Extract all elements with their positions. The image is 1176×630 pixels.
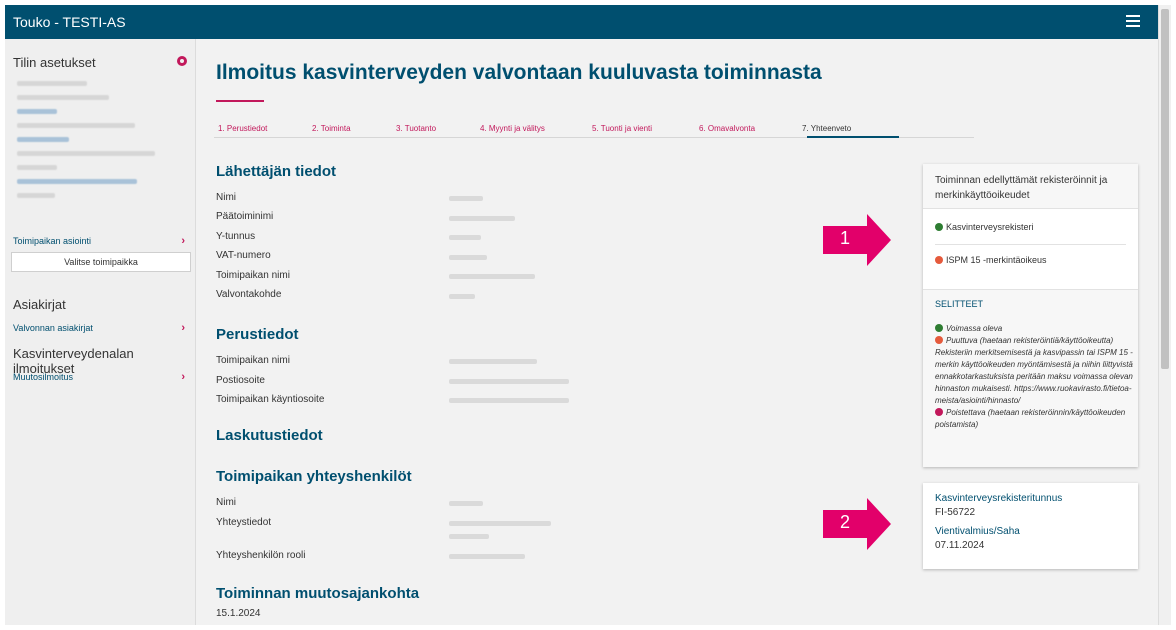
redacted-value xyxy=(449,216,515,221)
chevron-right-icon: › xyxy=(181,235,185,247)
tab-myynti[interactable]: 4. Myynti ja välitys xyxy=(480,124,545,133)
tab-tuotanto[interactable]: 3. Tuotanto xyxy=(396,124,436,133)
export-value: 07.11.2024 xyxy=(935,540,985,551)
chevron-right-icon: › xyxy=(181,322,185,334)
redacted-account-line xyxy=(17,123,135,128)
redacted-value xyxy=(449,521,551,526)
field-label: Y-tunnus xyxy=(216,231,256,242)
status-row: Kasvinterveysrekisteri xyxy=(935,222,1034,232)
redacted-value xyxy=(449,534,489,539)
title-underline xyxy=(216,100,264,102)
redacted-value xyxy=(449,235,481,240)
step-tabs: 1. Perustiedot 2. Toiminta 3. Tuotanto 4… xyxy=(214,119,974,138)
redacted-account-line xyxy=(17,109,57,114)
sender-heading: Lähettäjän tiedot xyxy=(216,163,337,180)
check-circle-icon xyxy=(935,223,943,231)
account-settings-title: Tilin asetukset xyxy=(13,55,96,70)
field-label: Päätoiminimi xyxy=(216,211,274,222)
sidebar-item-label: Muutosilmoitus xyxy=(13,372,74,382)
redacted-account-line xyxy=(17,151,155,156)
minus-circle-icon xyxy=(935,256,943,264)
change-time-value: 15.1.2024 xyxy=(216,608,261,619)
redacted-account-line xyxy=(17,95,109,100)
field-label: Postiosoite xyxy=(216,375,265,386)
vertical-scrollbar[interactable] xyxy=(1158,5,1171,625)
legend-missing: Puuttuva (haetaan rekisteröintiä/käyttöo… xyxy=(935,336,1133,405)
callout-arrow-1: 1 xyxy=(823,214,891,266)
field-label: Yhteyshenkilön rooli xyxy=(216,550,306,561)
field-label: VAT-numero xyxy=(216,250,271,261)
scrollbar-thumb[interactable] xyxy=(1161,9,1169,369)
registrations-card: Toiminnan edellyttämät rekisteröinnit ja… xyxy=(923,164,1138,467)
tab-omavalvonta[interactable]: 6. Omavalvonta xyxy=(699,124,755,133)
redacted-value xyxy=(449,554,525,559)
legend-block: SELITTEET Voimassa oleva Puuttuva (haeta… xyxy=(923,289,1138,467)
callout-number: 1 xyxy=(839,228,850,248)
legend-body: Voimassa oleva Puuttuva (haetaan rekiste… xyxy=(935,323,1133,431)
field-label: Toimipaikan nimi xyxy=(216,355,290,366)
sidebar-item-label: Valvonnan asiakirjat xyxy=(13,323,93,333)
field-label: Nimi xyxy=(216,192,236,203)
check-circle-icon xyxy=(935,324,943,332)
divider xyxy=(935,244,1126,245)
choose-site-button[interactable]: Valitse toimipaikka xyxy=(11,252,191,272)
field-label: Toimipaikan käyntiosoite xyxy=(216,394,325,405)
redacted-value xyxy=(449,274,535,279)
documents-title: Asiakirjat xyxy=(13,297,66,312)
field-label: Yhteystiedot xyxy=(216,517,272,528)
hamburger-icon[interactable] xyxy=(1126,15,1140,29)
status-label: Kasvinterveysrekisteri xyxy=(946,222,1034,232)
callout-number: 2 xyxy=(839,512,850,532)
basic-info-heading: Perustiedot xyxy=(216,326,299,343)
sidebar-item-change-notice[interactable]: Muutosilmoitus › xyxy=(13,371,191,383)
sidebar-item-control-documents[interactable]: Valvonnan asiakirjat › xyxy=(13,322,191,334)
tab-perustiedot[interactable]: 1. Perustiedot xyxy=(218,124,267,133)
minus-circle-icon xyxy=(935,336,943,344)
sidebar-item-site-matters[interactable]: Toimipaikan asiointi › xyxy=(13,235,191,247)
tab-yhteenveto[interactable]: 7. Yhteenveto xyxy=(802,124,851,133)
registry-card: Kasvinterveysrekisteritunnus FI-56722 Vi… xyxy=(923,483,1138,569)
gear-icon[interactable] xyxy=(177,56,187,66)
remove-circle-icon xyxy=(935,408,943,416)
app-title[interactable]: Touko - TESTI-AS xyxy=(13,14,126,30)
status-label: ISPM 15 -merkintäoikeus xyxy=(946,255,1047,265)
registry-label: Kasvinterveysrekisteritunnus xyxy=(935,493,1063,504)
billing-heading: Laskutustiedot xyxy=(216,427,323,444)
callout-arrow-2: 2 xyxy=(823,498,891,550)
top-bar: Touko - TESTI-AS xyxy=(5,5,1158,39)
redacted-account-line xyxy=(17,165,57,170)
redacted-value xyxy=(449,359,537,364)
export-label: Vientivalmius/Saha xyxy=(935,526,1020,537)
change-time-heading: Toiminnan muutosajankohta xyxy=(216,585,420,602)
app-frame: Touko - TESTI-AS Tilin asetukset Toimipa… xyxy=(5,5,1171,625)
legend-valid: Voimassa oleva xyxy=(946,324,1003,333)
sidebar-item-label: Toimipaikan asiointi xyxy=(13,236,92,246)
field-label: Valvontakohde xyxy=(216,289,282,300)
status-row: ISPM 15 -merkintäoikeus xyxy=(935,255,1047,265)
sidebar: Tilin asetukset Toimipaikan asiointi › V… xyxy=(5,39,196,625)
redacted-account-line xyxy=(17,137,69,142)
redacted-value xyxy=(449,196,483,201)
registry-value: FI-56722 xyxy=(935,507,976,518)
redacted-account-line xyxy=(17,193,55,198)
legend-title: SELITTEET xyxy=(935,299,984,309)
contacts-heading: Toimipaikan yhteyshenkilöt xyxy=(216,468,412,485)
page-title: Ilmoitus kasvinterveyden valvontaan kuul… xyxy=(216,61,822,84)
field-label: Nimi xyxy=(216,497,236,508)
redacted-value xyxy=(449,294,475,299)
field-label: Toimipaikan nimi xyxy=(216,270,290,281)
tab-toiminta[interactable]: 2. Toiminta xyxy=(312,124,351,133)
legend-removed: Poistettava (haetaan rekisteröinnin/käyt… xyxy=(935,408,1126,429)
tab-tuonti[interactable]: 5. Tuonti ja vienti xyxy=(592,124,652,133)
redacted-account-line xyxy=(17,81,87,86)
redacted-value xyxy=(449,379,569,384)
registrations-heading: Toiminnan edellyttämät rekisteröinnit ja… xyxy=(923,164,1138,209)
active-tab-indicator xyxy=(807,136,899,138)
redacted-value xyxy=(449,255,487,260)
redacted-value xyxy=(449,398,569,403)
redacted-value xyxy=(449,501,483,506)
chevron-right-icon: › xyxy=(181,371,185,383)
redacted-account-line xyxy=(17,179,137,184)
